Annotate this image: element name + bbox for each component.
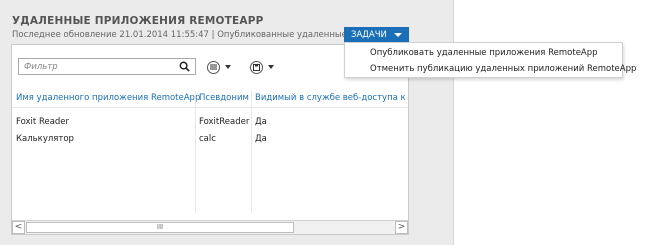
tasks-button[interactable]: ЗАДАЧИ <box>344 27 409 43</box>
menu-item-publish[interactable]: Опубликовать удаленные приложения Remote… <box>370 48 598 58</box>
chevron-down-icon <box>268 65 274 69</box>
table-header: Имя удаленного приложения RemoteApp Псев… <box>12 93 408 107</box>
column-header-alias[interactable]: Псевдоним <box>199 93 249 103</box>
save-icon <box>250 60 263 74</box>
chevron-down-icon <box>394 33 402 37</box>
horizontal-scrollbar[interactable]: < III > <box>12 220 408 234</box>
column-divider <box>251 91 252 213</box>
tasks-dropdown-menu: Опубликовать удаленные приложения Remote… <box>344 42 636 78</box>
column-header-web-access[interactable]: Видимый в службе веб-доступа к уда <box>255 93 408 103</box>
list-icon <box>207 60 220 74</box>
menu-item-unpublish[interactable]: Отменить публикацию удаленных приложений… <box>370 64 636 74</box>
save-query-button[interactable] <box>250 60 274 74</box>
cell-alias: FoxitReader <box>199 117 250 127</box>
scroll-left-button[interactable]: < <box>12 221 25 234</box>
table-row[interactable]: Foxit Reader FoxitReader Да <box>12 117 408 131</box>
tile-title: УДАЛЕННЫЕ ПРИЛОЖЕНИЯ REMOTEAPP <box>12 15 264 27</box>
tile-subtitle: Последнее обновление 21.01.2014 11:55:47… <box>12 30 369 40</box>
header-divider <box>12 107 408 108</box>
list-options-button[interactable] <box>207 60 231 74</box>
table-row[interactable]: Калькулятор calc Да <box>12 134 408 148</box>
filter-input[interactable] <box>19 59 174 74</box>
search-icon[interactable] <box>179 61 190 72</box>
cell-web-access: Да <box>255 134 267 144</box>
tasks-button-label: ЗАДАЧИ <box>351 30 387 40</box>
filter-box <box>18 58 196 75</box>
cell-name: Foxit Reader <box>16 117 70 127</box>
scroll-thumb[interactable]: III <box>26 222 294 233</box>
cell-name: Калькулятор <box>16 134 74 144</box>
scroll-right-button[interactable]: > <box>395 221 408 234</box>
chevron-down-icon <box>225 65 231 69</box>
cell-web-access: Да <box>255 117 267 127</box>
right-panel <box>453 0 660 245</box>
column-header-name[interactable]: Имя удаленного приложения RemoteApp <box>16 93 200 103</box>
cell-alias: calc <box>199 134 216 144</box>
column-divider <box>195 91 196 213</box>
